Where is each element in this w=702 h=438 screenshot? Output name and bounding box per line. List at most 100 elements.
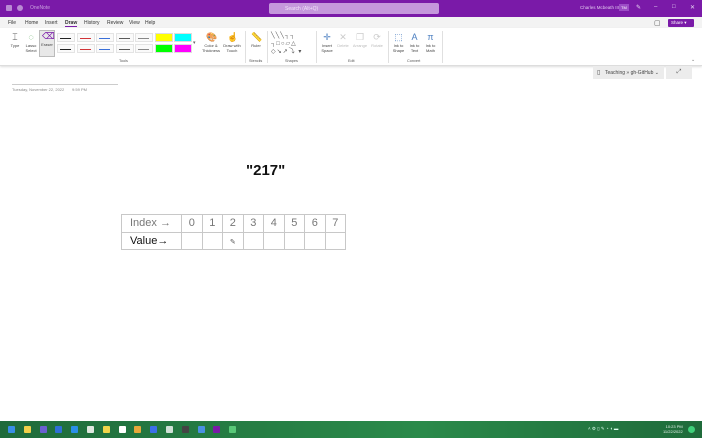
pen-swatch[interactable] [57,33,75,42]
share-button[interactable]: Share ▾ [668,19,694,27]
index-cell[interactable]: 3 [242,214,264,233]
color-thickness-button[interactable]: 🎨 Color & Thickness [200,32,222,53]
note-text[interactable]: "217" [246,162,285,179]
highlighter-swatch[interactable] [174,44,192,53]
tab-view[interactable]: View [129,20,140,26]
ink-to-shape-button[interactable]: ⬚ Ink to Shape [391,32,406,53]
value-cell[interactable] [181,231,203,250]
ruler-button[interactable]: 📏 Ruler [248,32,264,48]
fullscreen-button[interactable]: ⤢ [666,66,692,79]
ink-to-math-button[interactable]: π Ink to Math [423,32,438,53]
taskbar-app-icon[interactable] [181,426,189,433]
pens-more-icon[interactable]: ▾ [193,40,196,46]
minimize-icon[interactable]: – [654,4,657,10]
tab-file[interactable]: File [8,20,16,26]
pen-swatch[interactable] [135,44,153,53]
value-cell[interactable] [283,231,305,250]
pen-swatch[interactable] [76,33,95,42]
start-icon[interactable] [8,426,15,433]
avatar[interactable]: TM [619,4,629,11]
delete-button[interactable]: ✕ Delete [336,32,350,48]
maximize-icon[interactable]: □ [672,4,676,10]
taskbar-app-icon[interactable] [197,426,205,433]
eraser-icon: ⌫ [42,31,55,41]
pen-swatch[interactable] [76,44,95,53]
user-name[interactable]: Charles Mcbeath III [580,5,619,10]
taskbar-app-icon[interactable] [134,426,142,433]
app-icon [6,5,12,11]
index-cell[interactable]: 5 [283,214,305,233]
highlighter-swatch[interactable] [155,44,173,53]
insert-space-button[interactable]: ✛ Insert Space [319,32,335,53]
value-cell[interactable]: ✎ [222,231,244,250]
taskbar-app-icon[interactable] [87,426,94,433]
rotate-button[interactable]: ⟳ Rotate [369,32,385,48]
pen-stroke-icon [99,49,110,50]
ink-to-text-button[interactable]: A Ink to Text [407,32,422,53]
lasso-icon: ◌ [28,32,34,42]
tab-history[interactable]: History [84,20,100,26]
search-input[interactable]: Search (Alt+Q) [269,3,439,14]
ink-text-label: Ink to Text [409,43,420,53]
tab-draw[interactable]: Draw [65,20,78,27]
index-cell[interactable]: 0 [181,214,203,233]
value-cell[interactable] [242,231,264,250]
notification-icon[interactable] [688,426,695,433]
index-cell[interactable]: 6 [304,214,326,233]
taskbar-app-icon[interactable] [229,426,237,433]
taskbar-app-icon[interactable] [39,426,47,433]
collapse-ribbon-icon[interactable]: ⌄ [691,57,695,63]
tab-insert[interactable]: Insert [45,20,58,26]
sticky-note-icon[interactable]: ▢ [654,19,661,27]
value-cell[interactable] [304,231,326,250]
tab-home[interactable]: Home [25,20,38,26]
taskbar-app-icon[interactable] [213,426,221,433]
taskbar-app-icon[interactable] [102,426,110,433]
taskbar-app-icon[interactable] [23,426,31,433]
value-cell[interactable] [201,231,223,250]
palette-icon: 🎨 [206,32,218,42]
pen-swatch[interactable] [96,33,114,42]
type-button[interactable]: ⌶ Type [8,32,22,48]
clock[interactable]: 10:23 PM 11/22/2022 [663,424,683,434]
arrange-button[interactable]: ❐ Arrange [351,32,369,48]
taskbar-app-icon[interactable] [166,426,173,433]
taskbar-app-icon[interactable] [55,426,63,433]
taskbar-app-icon[interactable] [150,426,158,433]
pen-icon[interactable]: ✎ [636,4,641,11]
index-cell[interactable]: 2 [222,214,244,233]
shapes-gallery[interactable]: ╲╲╲┐┐ ┐□○▱△ ◇↘↗⤵ ▾ [271,32,313,56]
ink-shape-icon: ⬚ [394,32,403,42]
system-tray-icons[interactable]: ˄ ⚙ ▯ ✎ ◔ ◖ ▬ [588,426,618,432]
pen-swatch[interactable] [57,44,75,53]
tab-help[interactable]: Help [145,20,155,26]
close-icon[interactable]: ✕ [690,4,695,11]
ink-text-icon: A [411,32,418,42]
pen-swatch[interactable] [115,33,134,42]
pen-swatch[interactable] [135,33,153,42]
time-text: 9:59 PM [72,87,87,92]
index-cell[interactable]: 1 [201,214,223,233]
pen-stroke-icon [79,49,91,50]
index-value-table[interactable]: Index → 0 1 2 3 4 5 6 7 Value→ ✎ [121,214,346,250]
value-cell[interactable] [324,231,346,250]
lasso-select-button[interactable]: ◌ Lasso Select [23,32,39,53]
back-icon[interactable] [17,5,23,11]
taskbar-app-icon[interactable] [118,426,126,433]
pen-swatch[interactable] [96,44,114,53]
index-cell[interactable]: 4 [263,214,285,233]
taskbar-app-icon[interactable] [71,426,79,433]
tab-review[interactable]: Review [107,20,123,26]
index-cell[interactable]: 7 [324,214,346,233]
eraser-button[interactable]: ⌫ Eraser [39,30,55,57]
draw-touch-button[interactable]: ☝ Draw with Touch [221,32,243,53]
pen-stroke-icon [118,49,130,50]
notebook-selector[interactable]: ▯ Teaching » gh-GitHub ⌄ [593,66,664,79]
pen-swatch[interactable] [115,44,134,53]
value-cell[interactable] [263,231,285,250]
notebook-icon: ▯ [597,70,601,76]
highlighter-swatch[interactable] [174,33,192,42]
row-header: Value→ [121,231,182,250]
group-stencils: Stencils [249,59,263,63]
highlighter-swatch[interactable] [155,33,173,42]
